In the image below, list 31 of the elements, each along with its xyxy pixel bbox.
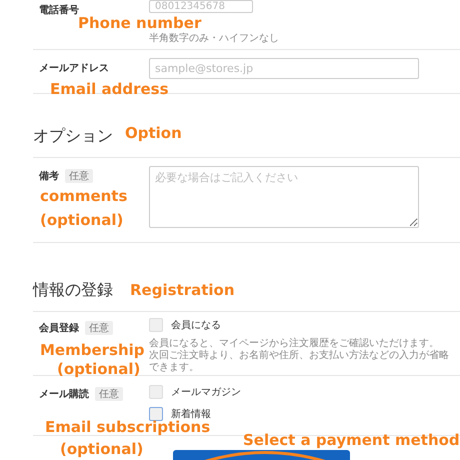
optional-tag: 任意	[95, 387, 123, 401]
checkbox-label[interactable]: メールマガジン	[171, 385, 241, 399]
email-field[interactable]: sample@stores.jp	[149, 58, 419, 79]
optional-tag: 任意	[65, 169, 93, 183]
annotation-text: Phone number	[78, 14, 202, 32]
section-heading: 情報の登録	[33, 280, 113, 300]
checkbox-label[interactable]: 会員になる	[171, 318, 221, 332]
annotation-text: Membership	[40, 341, 145, 359]
annotation-text: (optional)	[57, 360, 140, 378]
annotation-text: (optional)	[60, 440, 144, 458]
annotation-text: (optional)	[40, 211, 124, 229]
checkbox[interactable]	[149, 407, 163, 421]
annotation-text: comments	[40, 187, 128, 205]
annotation-text: Registration	[130, 281, 235, 299]
section-heading: オプション	[33, 126, 113, 146]
optional-tag: 任意	[85, 321, 113, 335]
annotation-text: Email address	[50, 80, 169, 98]
annotation-text: Select a payment method	[243, 431, 460, 449]
note-text: 会員になると、マイページから注文履歴をご確認いただけます。	[149, 338, 440, 350]
checkbox-label[interactable]: 新着情報	[171, 407, 211, 421]
field-label: メール購読	[39, 388, 89, 401]
comments-field[interactable]: 必要な場合はご記入ください	[149, 166, 419, 228]
field-label: メールアドレス	[39, 62, 109, 75]
field-hint: 半角数字のみ・ハイフンなし	[149, 32, 280, 45]
annotation-text: Email subscriptions	[45, 418, 210, 436]
phone-field[interactable]: 08012345678	[149, 0, 253, 13]
field-label: 会員登録	[39, 322, 79, 335]
annotation-text: Option	[125, 124, 182, 142]
field-label: 備考	[39, 170, 59, 183]
note-text: 次回ご注文時より、お名前や住所、お支払い方法などの入力が省略できます。	[149, 350, 450, 374]
field-label: 電話番号	[39, 4, 79, 17]
